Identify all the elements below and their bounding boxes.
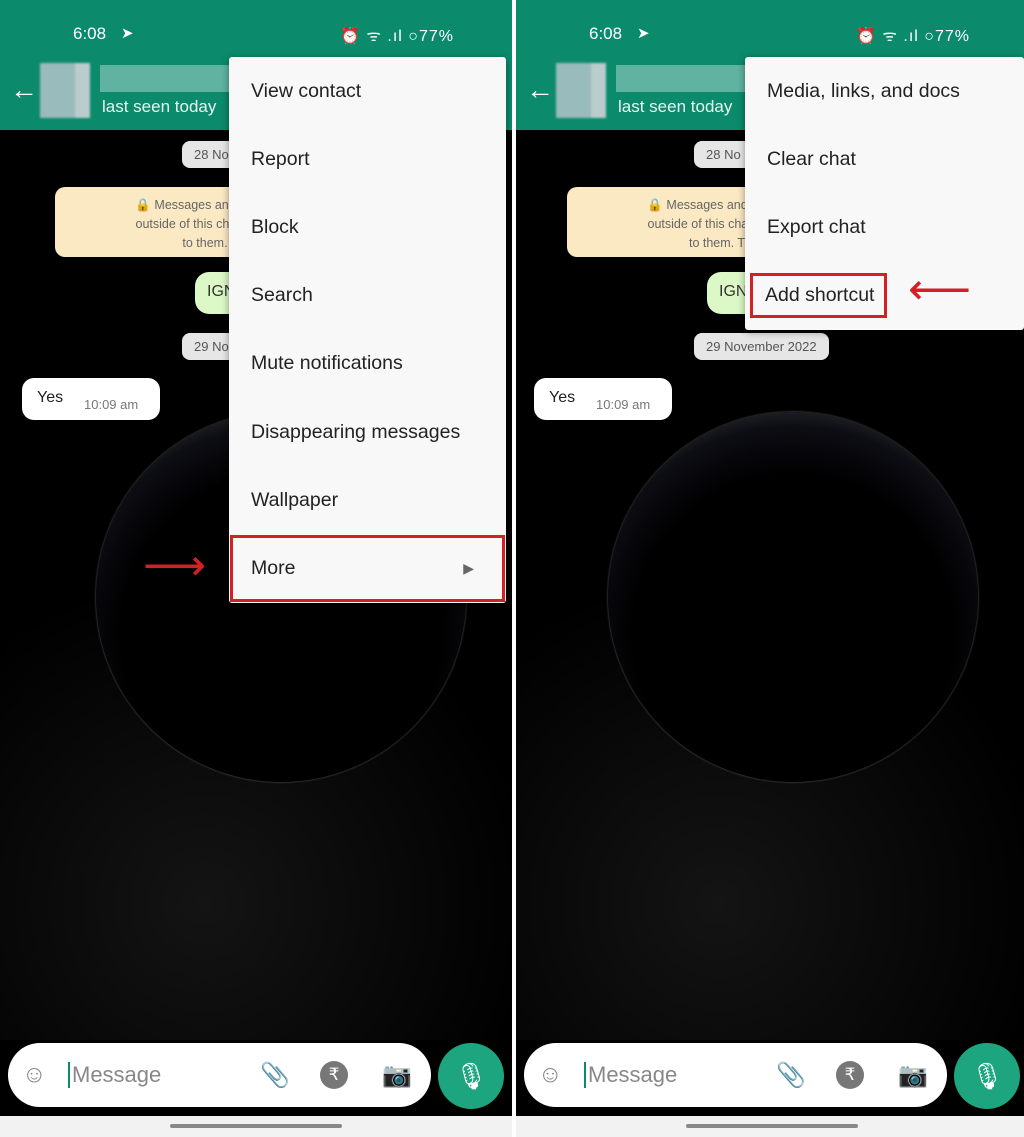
mic-icon: 🎙 <box>970 1061 1004 1091</box>
camera-icon[interactable]: 📷 <box>898 1061 928 1090</box>
back-arrow-icon[interactable]: ← <box>526 74 554 106</box>
attach-icon[interactable]: 📎 <box>260 1061 290 1090</box>
red-arrow-annotation: ⟶ <box>143 541 207 590</box>
menu-item-export-chat[interactable]: Export chat <box>745 193 1024 261</box>
menu-item-clear-chat[interactable]: Clear chat <box>745 125 1024 193</box>
menu-item-add-shortcut[interactable]: Add shortcut <box>745 262 1024 330</box>
avatar[interactable] <box>556 63 606 118</box>
mic-button[interactable]: 🎙 <box>438 1043 504 1109</box>
menu-item-wallpaper[interactable]: Wallpaper <box>229 466 506 534</box>
status-icons: ⏰ ᯤ .ıl ○77% <box>856 28 971 45</box>
message-input-bar[interactable]: ☺ Message 📎 ₹ 📷 <box>8 1043 431 1107</box>
menu-item-search[interactable]: Search <box>229 262 506 330</box>
gesture-bar <box>0 1116 512 1137</box>
gesture-bar <box>516 1116 1024 1137</box>
date-chip: 29 November 2022 <box>694 333 829 360</box>
menu-item-report[interactable]: Report <box>229 125 506 193</box>
emoji-icon[interactable]: ☺ <box>22 1061 47 1089</box>
menu-item-media[interactable]: Media, links, and docs <box>745 57 1024 125</box>
last-seen: last seen today <box>618 97 733 116</box>
date-chip: 28 No <box>694 141 753 168</box>
red-arrow-annotation: ⟵ <box>908 265 972 314</box>
status-time: 6:08 <box>73 24 107 43</box>
contact-name-blurred[interactable] <box>100 65 235 92</box>
attach-icon[interactable]: 📎 <box>776 1061 806 1090</box>
status-time: 6:08 <box>589 24 623 43</box>
camera-icon[interactable]: 📷 <box>382 1061 412 1090</box>
submenu-arrow-icon: ▶ <box>463 559 474 576</box>
contact-name-blurred[interactable] <box>616 65 751 92</box>
received-message[interactable]: Yes 10:09 am <box>22 378 160 420</box>
message-input[interactable]: Message <box>68 1062 161 1088</box>
status-icons: ⏰ ᯤ .ıl ○77% <box>340 28 455 45</box>
mic-button[interactable]: 🎙 <box>954 1043 1020 1109</box>
left-screenshot: 6:08 ➤ ⏰ ᯤ .ıl ○77% ← last seen today 28… <box>0 0 512 1137</box>
telegram-icon: ➤ <box>637 25 650 42</box>
planet-wallpaper <box>608 412 978 782</box>
right-screenshot: 6:08 ➤ ⏰ ᯤ .ıl ○77% ← last seen today 28… <box>516 0 1024 1137</box>
menu-item-more[interactable]: More ▶ <box>229 534 506 602</box>
avatar[interactable] <box>40 63 90 118</box>
telegram-icon: ➤ <box>121 25 134 42</box>
mic-icon: 🎙 <box>454 1061 488 1091</box>
message-input[interactable]: Message <box>584 1062 677 1088</box>
menu-item-block[interactable]: Block <box>229 193 506 261</box>
back-arrow-icon[interactable]: ← <box>10 74 38 106</box>
menu-item-mute[interactable]: Mute notifications <box>229 330 506 398</box>
more-submenu: Media, links, and docs Clear chat Export… <box>745 57 1024 330</box>
message-input-bar[interactable]: ☺ Message 📎 ₹ 📷 <box>524 1043 947 1107</box>
received-message[interactable]: Yes 10:09 am <box>534 378 672 420</box>
payment-rupee-icon[interactable]: ₹ <box>320 1061 348 1089</box>
menu-item-view-contact[interactable]: View contact <box>229 57 506 125</box>
payment-rupee-icon[interactable]: ₹ <box>836 1061 864 1089</box>
overflow-menu: View contact Report Block Search Mute no… <box>229 57 506 603</box>
last-seen: last seen today <box>102 97 217 116</box>
menu-item-disappearing[interactable]: Disappearing messages <box>229 398 506 466</box>
emoji-icon[interactable]: ☺ <box>538 1061 563 1089</box>
